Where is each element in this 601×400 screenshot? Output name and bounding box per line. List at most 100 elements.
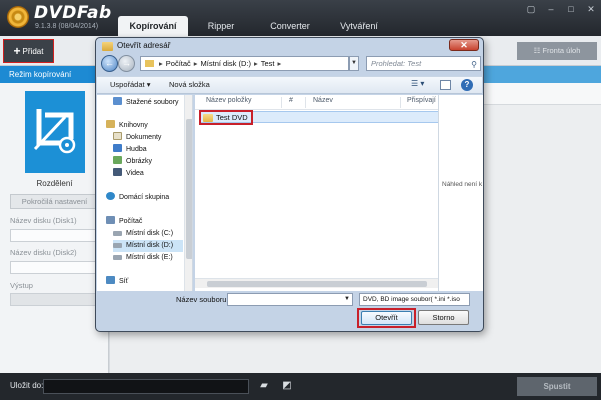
tab-converter[interactable]: Converter (254, 16, 326, 36)
column-name-header[interactable]: Název položky (206, 97, 252, 104)
nav-scrollbar[interactable] (184, 95, 192, 291)
tree-item-computer[interactable]: Počítač (106, 216, 192, 228)
copy-mode-selector[interactable]: Režim kopírování (0, 66, 109, 83)
tree-item-network[interactable]: Síť (106, 276, 192, 288)
h-scroll-thumb[interactable] (207, 281, 427, 287)
chevron-down-icon[interactable]: ▼ (344, 294, 350, 305)
documents-icon (113, 132, 122, 140)
column-number-header[interactable]: # (289, 97, 293, 104)
dvdfab-logo-icon (7, 6, 29, 28)
pictures-icon (113, 156, 122, 164)
search-input[interactable]: Prohledat: Test ⚲ (366, 56, 481, 71)
split-mode-label: Rozdělení (36, 179, 73, 188)
file-list: Název položky # Název Přispívají Test DV… (195, 95, 439, 291)
split-mode-tile[interactable] (25, 91, 85, 173)
breadcrumb-drive-d[interactable]: Místní disk (D:) (201, 59, 251, 68)
tree-item-videos[interactable]: Videa (113, 168, 192, 180)
disc1-name-label: Název disku (Disk1) (10, 216, 77, 225)
tree-item-pictures[interactable]: Obrázky (113, 156, 192, 168)
view-options-icon[interactable]: ☰ ▾ (411, 79, 435, 92)
file-name: Test DVD (216, 113, 248, 122)
nav-scroll-thumb[interactable] (186, 119, 192, 259)
maximize-icon[interactable]: □ (564, 4, 578, 15)
tab-copy[interactable]: Kopírování (118, 16, 188, 36)
search-icon: ⚲ (471, 60, 477, 69)
task-queue-button[interactable]: ☷ Fronta úloh (517, 42, 597, 60)
output-label: Výstup (10, 281, 33, 290)
organize-label: Uspořádat (110, 80, 145, 89)
dialog-close-button[interactable]: ✕ (449, 39, 479, 51)
folder-icon (145, 60, 154, 67)
column-divider[interactable] (281, 97, 282, 108)
folder-icon (203, 114, 213, 122)
column-divider[interactable] (400, 97, 401, 108)
minimize-icon[interactable]: – (544, 4, 558, 15)
tree-item-label: Stažené soubory (126, 99, 179, 106)
forward-arrow-icon[interactable]: → (118, 55, 135, 72)
app-title-bar: DVDFab 9.1.3.8 (08/04/2014) Kopírování R… (0, 0, 601, 36)
tree-item-drive-e[interactable]: Místní disk (E:) (113, 252, 192, 264)
open-button[interactable]: Otevřít (361, 311, 412, 325)
column-contributors-header[interactable]: Přispívají (407, 97, 436, 104)
breadcrumb-test[interactable]: Test (261, 59, 275, 68)
address-bar[interactable]: ▸ Počítač ▸ Místní disk (D:) ▸ Test ▸ (140, 56, 349, 71)
tree-item-label: Dokumenty (126, 134, 162, 141)
tree-item-drive-c[interactable]: Místní disk (C:) (113, 228, 192, 240)
breadcrumb-computer[interactable]: Počítač (166, 59, 191, 68)
tab-creator[interactable]: Vytváření (326, 16, 392, 36)
drive-icon (113, 243, 122, 248)
browse-folder-icon[interactable]: ▰ (256, 379, 272, 394)
save-to-input[interactable] (43, 379, 249, 394)
tree-item-homegroup[interactable]: Domácí skupina (106, 192, 192, 204)
tree-item-label: Místní disk (C:) (126, 230, 174, 237)
back-arrow-icon[interactable]: ← (101, 55, 118, 72)
column-title-header[interactable]: Název (313, 97, 333, 104)
tree-item-documents[interactable]: Dokumenty (113, 132, 192, 144)
preview-pane-icon[interactable] (440, 80, 451, 90)
tree-item-label: Hudba (126, 146, 147, 153)
horizontal-scrollbar[interactable] (195, 278, 438, 288)
tree-item-label: Místní disk (E:) (126, 254, 173, 261)
computer-icon (106, 216, 115, 224)
settings-icon[interactable]: ▢ (524, 4, 538, 15)
filename-input[interactable]: ▼ (227, 293, 353, 306)
disc1-name-input[interactable] (10, 229, 105, 242)
file-type-select[interactable]: DVD, BD image soubor( *.ini *.iso (359, 293, 470, 306)
column-divider[interactable] (305, 97, 306, 108)
plus-icon: + (13, 44, 21, 58)
preview-pane: Náhled není k dispozici. (438, 95, 483, 291)
iso-output-icon[interactable]: ◩ (279, 379, 295, 394)
tree-item-music[interactable]: Hudba (113, 144, 192, 156)
add-source-button[interactable]: + Přidat (3, 39, 54, 63)
bottom-bar: Uložit do: ▰ ◩ Spustit (0, 373, 601, 400)
close-icon[interactable]: ✕ (584, 4, 598, 15)
disc2-name-input[interactable] (10, 261, 105, 274)
tree-item-downloads[interactable]: Stažené soubory (113, 97, 192, 109)
help-icon[interactable]: ? (461, 79, 473, 91)
videos-icon (113, 168, 122, 176)
output-select[interactable] (10, 293, 105, 306)
advanced-settings-button[interactable]: Pokročilá nastavení (10, 194, 99, 209)
cancel-button[interactable]: Storno (418, 310, 469, 325)
organize-menu[interactable]: Uspořádat ▾ (110, 80, 150, 89)
start-button[interactable]: Spustit (517, 377, 597, 396)
homegroup-icon (106, 192, 115, 200)
open-folder-dialog: Otevřít adresář ✕ ← → ▸ Počítač ▸ Místní di… (95, 37, 484, 332)
crop-split-icon (33, 109, 76, 154)
tree-item-label: Videa (126, 170, 144, 177)
tab-ripper[interactable]: Ripper (188, 16, 254, 36)
address-dropdown-icon[interactable]: ▼ (349, 56, 359, 71)
tree-item-label: Počítač (119, 218, 143, 225)
navigation-pane: Stažené soubory Knihovny Dokumenty Hudba… (97, 95, 193, 291)
network-icon (106, 276, 115, 284)
disc2-name-label: Název disku (Disk2) (10, 248, 77, 257)
no-preview-text: Náhled není k dispozici. (442, 181, 483, 188)
tree-item-libraries[interactable]: Knihovny (106, 120, 192, 132)
new-folder-button[interactable]: Nová složka (169, 80, 210, 89)
dialog-title: Otevřít adresář (117, 41, 171, 50)
library-icon (106, 120, 115, 128)
tree-item-drive-d[interactable]: Místní disk (D:) (113, 240, 183, 252)
dialog-nav-row: ← → ▸Počítač▸Místní disk (D:)▸Test▸ ▼ ⟳ … (100, 55, 481, 73)
task-queue-label: Fronta úloh (542, 46, 581, 55)
dialog-command-bar: Uspořádat ▾ Nová složka ☰ ▾ ? (97, 76, 482, 94)
